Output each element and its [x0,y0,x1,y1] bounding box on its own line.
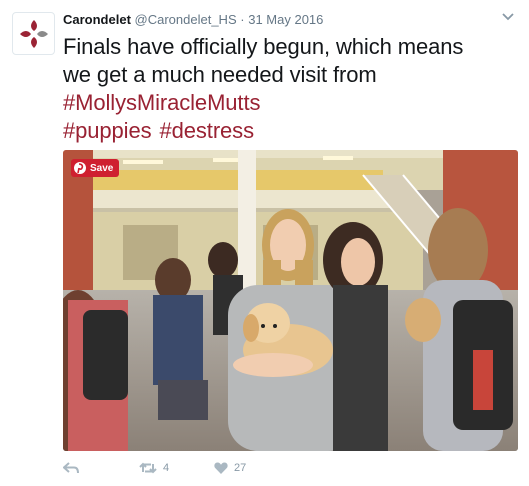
tweet-header: Carondelet @Carondelet_HS · 31 May 2016 [63,12,323,28]
save-button-label: Save [90,162,114,174]
hashtag-destress[interactable]: #destress [160,118,255,143]
like-count: 27 [234,462,247,474]
retweet-count: 4 [163,462,170,474]
tweet-actions: 4 27 [63,458,246,478]
tweet-photo[interactable]: Save [63,150,518,451]
pinterest-icon [74,162,86,174]
user-handle[interactable]: @Carondelet_HS [135,12,237,27]
tweet-text-line-1: Finals have officially begun, which mean… [63,34,464,59]
heart-icon [214,462,228,474]
display-name[interactable]: Carondelet [63,12,131,27]
carondelet-cross-logo-icon [19,19,48,48]
tweet-date[interactable]: 31 May 2016 [248,12,323,27]
photo-illustration [63,150,518,451]
like-button[interactable]: 27 [214,462,246,474]
chevron-down-icon[interactable] [499,10,517,24]
reply-icon [63,462,79,474]
avatar[interactable] [12,12,55,55]
header-separator: · [240,12,245,27]
hashtag-mollys-miracle-mutts[interactable]: #MollysMiracleMutts [63,90,260,115]
retweet-icon [139,462,157,474]
tweet-text-line-2: we get a much needed visit from [63,62,377,87]
tweet-text: Finals have officially begun, which mean… [63,33,518,145]
pinterest-save-button[interactable]: Save [71,159,120,177]
hashtag-puppies[interactable]: #puppies [63,118,152,143]
retweet-button[interactable]: 4 [139,462,214,474]
reply-button[interactable] [63,462,139,474]
